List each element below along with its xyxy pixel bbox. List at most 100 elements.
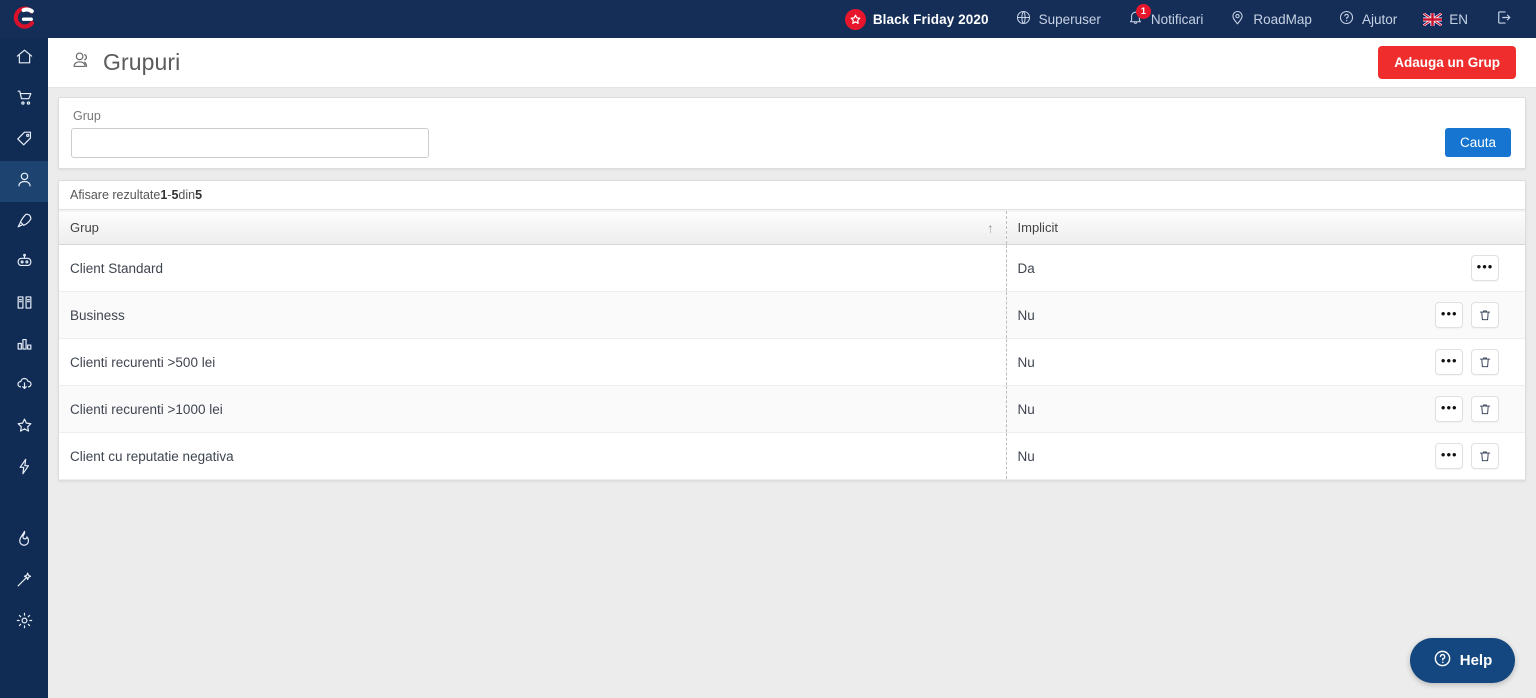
table-row[interactable]: Client cu reputatie negativa Nu ••• (59, 432, 1525, 480)
cell-implicit: Nu (1005, 432, 1376, 480)
row-menu-button[interactable]: ••• (1435, 443, 1464, 469)
group-search-field: Grup (71, 109, 429, 158)
topnav-label-language: EN (1449, 11, 1468, 27)
cell-implicit: Nu (1005, 291, 1376, 339)
topnav-label-ajutor: Ajutor (1361, 11, 1398, 27)
star-outline-icon (15, 416, 34, 440)
magic-wand-icon (15, 570, 34, 594)
search-panel: Grup Cauta (58, 97, 1526, 169)
cell-group-name: Clienti recurenti >500 lei (59, 338, 1006, 386)
sidebar-item-catalog[interactable] (0, 284, 48, 325)
table-row[interactable]: Business Nu ••• (59, 291, 1525, 339)
rocket-icon (15, 211, 34, 235)
table-row[interactable]: Client Standard Da ••• (59, 244, 1525, 292)
search-button[interactable]: Cauta (1444, 128, 1511, 157)
logout-icon (1494, 8, 1513, 30)
shopping-cart-icon (15, 88, 34, 112)
cell-group-name: Client cu reputatie negativa (59, 432, 1006, 480)
notification-badge: 1 (1135, 4, 1151, 19)
cell-actions: ••• (1376, 291, 1525, 339)
sidebar-item-home[interactable] (0, 38, 48, 79)
cloud-download-icon (15, 375, 34, 399)
topnav-item-superuser[interactable]: Superuser (1002, 0, 1114, 38)
results-panel: Afisare rezultate 1 - 5 din 5 Grup ↑ Imp… (58, 180, 1526, 481)
results-summary: Afisare rezultate 1 - 5 din 5 (59, 181, 1525, 210)
help-widget-label: Help (1459, 652, 1493, 669)
map-pin-icon (1229, 9, 1246, 29)
page-title: Grupuri (103, 49, 181, 75)
cell-actions: ••• (1376, 385, 1525, 433)
globe-icon (1015, 9, 1032, 29)
topnav-item-logout[interactable] (1481, 0, 1526, 38)
page-header: Grupuri Adauga un Grup (48, 38, 1536, 88)
topnav-item-notificari[interactable]: 1 Notificari (1114, 0, 1217, 38)
trash-icon (1479, 310, 1491, 321)
column-header-implicit[interactable]: Implicit (1005, 210, 1376, 245)
app-logo[interactable] (0, 0, 48, 38)
sidebar-item-automation[interactable] (0, 243, 48, 284)
row-menu-button[interactable]: ••• (1435, 349, 1464, 375)
cell-group-name: Clienti recurenti >1000 lei (59, 385, 1006, 433)
column-header-actions (1376, 210, 1525, 245)
search-input[interactable] (71, 128, 429, 158)
row-delete-button[interactable] (1471, 302, 1499, 328)
help-widget-button[interactable]: Help (1410, 638, 1515, 683)
row-delete-button[interactable] (1471, 443, 1499, 469)
tag-icon (15, 129, 34, 153)
sidebar-item-orders[interactable] (0, 79, 48, 120)
table-row[interactable]: Clienti recurenti >1000 lei Nu ••• (59, 385, 1525, 433)
groups-table-head: Grup ↑ Implicit (59, 210, 1525, 245)
star-icon (844, 8, 866, 30)
topnav-item-language[interactable]: EN (1410, 0, 1481, 38)
results-summary-mid: din (178, 188, 196, 202)
sidebar-item-trending[interactable] (0, 520, 48, 561)
sidebar-item-reports[interactable] (0, 325, 48, 366)
column-header-implicit-label: Implicit (1017, 220, 1058, 235)
topnav-item-black-friday[interactable]: Black Friday 2020 (832, 0, 1002, 38)
topnav-label-black-friday: Black Friday 2020 (872, 11, 989, 27)
topnav-item-roadmap[interactable]: RoadMap (1216, 0, 1325, 38)
flame-icon (15, 529, 34, 553)
top-bar: Black Friday 2020 Superuser 1 Notificari… (0, 0, 1536, 38)
topnav-label-roadmap: RoadMap (1253, 11, 1312, 27)
topnav-label-superuser: Superuser (1038, 11, 1101, 27)
cell-actions: ••• (1376, 338, 1525, 386)
row-menu-button[interactable]: ••• (1435, 396, 1464, 422)
cell-actions: ••• (1376, 244, 1525, 292)
sidebar-item-customers[interactable] (0, 161, 48, 202)
lightning-icon (15, 457, 34, 481)
trash-icon (1479, 451, 1491, 462)
ellipsis-icon: ••• (1440, 399, 1458, 415)
table-row[interactable]: Clienti recurenti >500 lei Nu ••• (59, 338, 1525, 386)
column-header-grup-label: Grup (70, 220, 99, 235)
results-summary-total: 5 (195, 188, 203, 202)
groups-table: Grup ↑ Implicit Client Standard Da ••• B… (59, 210, 1525, 480)
sort-asc-arrow-icon: ↑ (987, 220, 994, 235)
cell-actions: ••• (1376, 432, 1525, 480)
trash-icon (1479, 404, 1491, 415)
add-group-button[interactable]: Adauga un Grup (1378, 46, 1516, 79)
sidebar-item-integrations[interactable] (0, 448, 48, 489)
cell-implicit: Nu (1005, 385, 1376, 433)
sidebar-item-favorites[interactable] (0, 407, 48, 448)
g-logo-icon (11, 6, 37, 32)
sidebar-item-products[interactable] (0, 120, 48, 161)
ellipsis-icon: ••• (1476, 258, 1494, 274)
row-menu-button[interactable]: ••• (1471, 255, 1499, 281)
question-circle-icon (1433, 649, 1452, 673)
column-header-grup[interactable]: Grup ↑ (59, 210, 1006, 245)
cell-group-name: Business (59, 291, 1006, 339)
topnav-item-ajutor[interactable]: Ajutor (1325, 0, 1410, 38)
results-summary-to: 5 (171, 188, 179, 202)
top-navigation: Black Friday 2020 Superuser 1 Notificari… (832, 0, 1536, 38)
group-search-label: Grup (73, 109, 101, 123)
sidebar-item-import-export[interactable] (0, 366, 48, 407)
bar-chart-icon (15, 334, 34, 358)
robot-icon (15, 252, 34, 276)
row-delete-button[interactable] (1471, 396, 1499, 422)
sidebar-item-design[interactable] (0, 561, 48, 602)
sidebar-item-marketing[interactable] (0, 202, 48, 243)
row-delete-button[interactable] (1471, 349, 1499, 375)
row-menu-button[interactable]: ••• (1435, 302, 1464, 328)
sidebar-item-settings[interactable] (0, 602, 48, 643)
